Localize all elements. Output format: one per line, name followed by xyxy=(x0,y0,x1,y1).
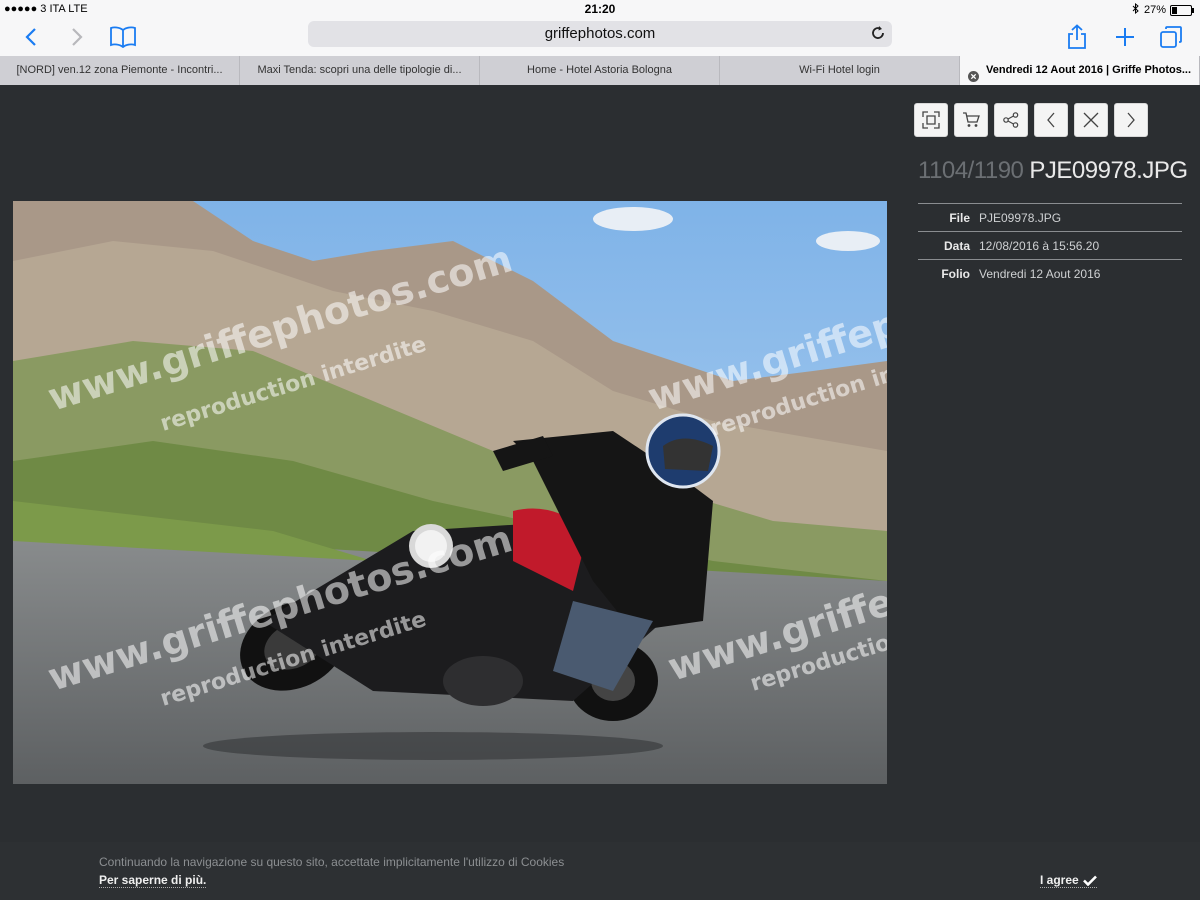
bookmarks-button[interactable] xyxy=(108,22,138,52)
cookie-banner: Continuando la navigazione su questo sit… xyxy=(0,842,1200,900)
book-icon xyxy=(110,26,136,48)
previous-photo-button[interactable] xyxy=(1034,103,1068,137)
forward-button[interactable] xyxy=(62,22,92,52)
tab-griffe-photos[interactable]: Vendredi 12 Aout 2016 | Griffe Photos... xyxy=(960,56,1200,85)
tabs-button[interactable] xyxy=(1156,22,1186,52)
tab-bar: [NORD] ven.12 zona Piemonte - Incontri..… xyxy=(0,56,1200,85)
meta-value: 12/08/2016 à 15:56.20 xyxy=(979,238,1100,253)
chevron-right-icon xyxy=(72,28,83,46)
meta-key: Data xyxy=(943,238,970,253)
tab-hotel-astoria[interactable]: Home - Hotel Astoria Bologna xyxy=(480,56,720,85)
status-right: 27% xyxy=(1132,2,1194,17)
plus-icon xyxy=(1116,28,1134,46)
viewer-toolbar xyxy=(914,103,1148,137)
checkmark-icon xyxy=(1082,875,1097,886)
share-icon xyxy=(1003,112,1019,128)
tab-nord[interactable]: [NORD] ven.12 zona Piemonte - Incontri..… xyxy=(0,56,240,85)
url-text: griffephotos.com xyxy=(544,25,656,42)
battery-icon xyxy=(1170,4,1194,16)
back-button[interactable] xyxy=(16,22,46,52)
new-tab-button[interactable] xyxy=(1110,22,1140,52)
photo-counter: 1104/1190 PJE09978.JPG xyxy=(918,157,1188,185)
tab-maxi-tenda[interactable]: Maxi Tenda: scopri una delle tipologie d… xyxy=(240,56,480,85)
close-icon xyxy=(1083,112,1099,128)
chevron-left-icon xyxy=(25,28,36,46)
next-photo-button[interactable] xyxy=(1114,103,1148,137)
address-bar[interactable]: griffephotos.com xyxy=(308,21,892,47)
tab-wifi-login[interactable]: Wi-Fi Hotel login xyxy=(720,56,960,85)
cookie-more-link[interactable]: Per saperne di più. xyxy=(99,873,207,888)
status-time: 21:20 xyxy=(584,2,616,16)
meta-row-folio: Folio Vendredi 12 Aout 2016 xyxy=(918,260,1182,287)
bluetooth-icon xyxy=(1132,2,1140,17)
status-bar: ●●●●● 3 ITA LTE 21:20 27% xyxy=(0,0,1200,18)
fullscreen-button[interactable] xyxy=(914,103,948,137)
meta-value: PJE09978.JPG xyxy=(979,210,1062,225)
chevron-right-icon xyxy=(1127,112,1135,128)
main-photo[interactable]: www.griffephotos.com reproduction interd… xyxy=(13,201,887,784)
cart-icon xyxy=(963,112,980,127)
chevron-left-icon xyxy=(1047,112,1055,128)
meta-row-file: File PJE09978.JPG xyxy=(918,204,1182,232)
tabs-icon xyxy=(1160,26,1182,48)
meta-key: File xyxy=(949,210,970,225)
reload-icon[interactable] xyxy=(870,25,886,46)
meta-value: Vendredi 12 Aout 2016 xyxy=(979,266,1101,281)
share-icon xyxy=(1068,24,1086,49)
photo-metadata: File PJE09978.JPG Data 12/08/2016 à 15:5… xyxy=(918,203,1182,287)
share-button[interactable] xyxy=(1062,22,1092,52)
cookie-agree-button[interactable]: I agree xyxy=(1040,873,1097,888)
fullscreen-icon xyxy=(922,111,940,129)
meta-row-data: Data 12/08/2016 à 15:56.20 xyxy=(918,232,1182,260)
meta-key: Folio xyxy=(941,266,970,281)
share-photo-button[interactable] xyxy=(994,103,1028,137)
photo-index: 1104/1190 xyxy=(918,157,1024,184)
photo-filename: PJE09978.JPG xyxy=(1029,157,1188,184)
browser-navbar: griffephotos.com xyxy=(0,18,1200,56)
cookie-message: Continuando la navigazione su questo sit… xyxy=(99,855,565,869)
cart-button[interactable] xyxy=(954,103,988,137)
battery-percent: 27% xyxy=(1143,4,1166,16)
close-viewer-button[interactable] xyxy=(1074,103,1108,137)
cookie-agree-label: I agree xyxy=(1040,873,1079,887)
close-tab-icon[interactable] xyxy=(968,65,979,85)
